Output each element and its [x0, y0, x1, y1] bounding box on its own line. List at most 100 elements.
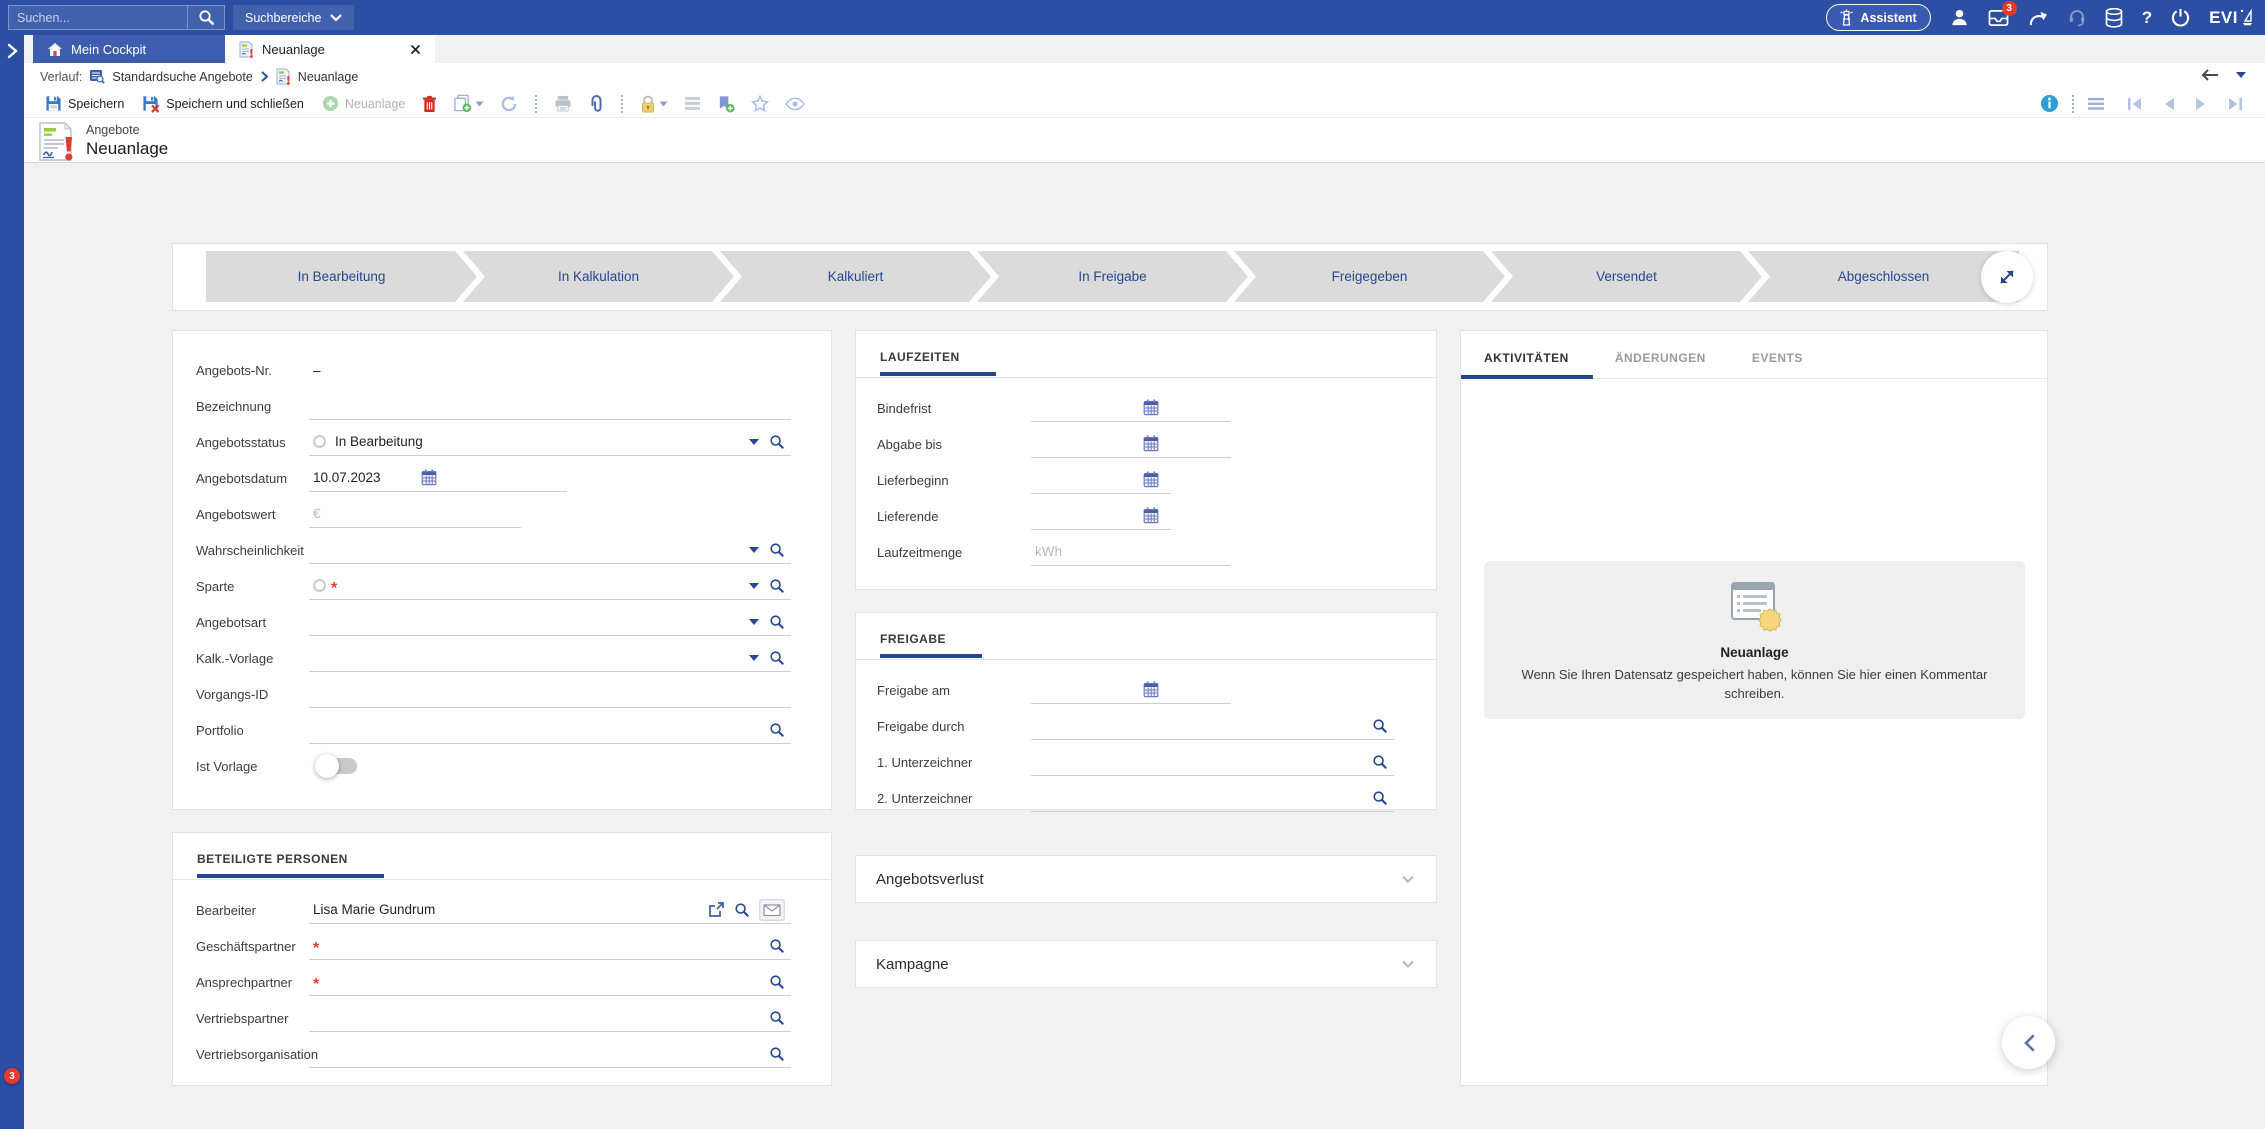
tab-aktivitaeten[interactable]: AKTIVITÄTEN — [1484, 351, 1569, 378]
workflow-step-in-bearbeitung[interactable]: In Bearbeitung — [206, 251, 477, 302]
angebotsstatus-select[interactable]: In Bearbeitung — [309, 429, 791, 456]
tab-neuanlage[interactable]: Neuanlage — [225, 35, 435, 63]
calendar-icon[interactable] — [1143, 681, 1159, 698]
kalk-vorlage-select[interactable] — [309, 645, 791, 672]
portfolio-lookup[interactable] — [309, 717, 791, 744]
unterzeichner-1-lookup[interactable] — [1031, 749, 1394, 776]
chevron-down-icon[interactable] — [659, 101, 668, 107]
workflow-step-versendet[interactable]: Versendet — [1491, 251, 1762, 302]
tab-mein-cockpit[interactable]: Mein Cockpit — [33, 35, 225, 63]
help-icon[interactable]: ? — [2142, 8, 2152, 28]
next-record-button[interactable] — [2189, 94, 2213, 114]
copy-record-button[interactable] — [447, 91, 490, 116]
assistant-button[interactable]: Assistent — [1826, 4, 1930, 31]
sparte-select[interactable]: * — [309, 573, 791, 600]
lookup-icon[interactable] — [769, 578, 785, 594]
new-record-button[interactable]: Neuanlage — [315, 92, 412, 115]
workflow-step-abgeschlossen[interactable]: Abgeschlossen — [1748, 251, 2019, 302]
user-profile-icon[interactable] — [1950, 8, 1969, 27]
ist-vorlage-toggle[interactable] — [317, 758, 357, 774]
chevron-down-icon[interactable] — [1400, 871, 1416, 887]
chevron-down-icon[interactable] — [475, 101, 484, 107]
lookup-icon[interactable] — [769, 434, 785, 450]
open-record-icon[interactable] — [707, 901, 725, 919]
lookup-icon[interactable] — [769, 722, 785, 738]
global-search[interactable] — [8, 5, 188, 30]
headset-icon[interactable] — [2068, 8, 2086, 27]
logout-icon[interactable] — [2171, 8, 2190, 27]
angebotsart-select[interactable] — [309, 609, 791, 636]
breadcrumb-item[interactable]: Standardsuche Angebote — [112, 70, 252, 84]
lookup-icon[interactable] — [734, 902, 750, 918]
workflow-step-in-kalkulation[interactable]: In Kalkulation — [463, 251, 734, 302]
dropdown-icon[interactable] — [748, 618, 760, 626]
tab-aenderungen[interactable]: ÄNDERUNGEN — [1615, 351, 1706, 378]
wahrscheinlichkeit-select[interactable] — [309, 537, 791, 564]
geschaeftspartner-lookup[interactable]: * — [309, 933, 791, 960]
inbox-icon[interactable]: 3 — [1988, 8, 2009, 27]
delete-button[interactable] — [416, 92, 443, 116]
bearbeiter-lookup[interactable]: Lisa Marie Gundrum — [309, 897, 791, 924]
save-and-close-button[interactable]: Speichern und schließen — [135, 92, 311, 116]
freigabe-am-date-input[interactable] — [1031, 677, 1231, 704]
lookup-icon[interactable] — [769, 1010, 785, 1026]
calendar-icon[interactable] — [1143, 399, 1159, 416]
section-angebotsverlust[interactable]: Angebotsverlust — [855, 855, 1437, 903]
lookup-icon[interactable] — [769, 542, 785, 558]
info-button[interactable] — [2034, 91, 2065, 116]
angebotswert-input[interactable] — [313, 506, 515, 521]
previous-record-button[interactable] — [2157, 94, 2181, 114]
angebotsdatum-input[interactable]: 10.07.2023 — [309, 465, 567, 492]
rail-notification-badge[interactable]: 3 — [4, 1068, 20, 1084]
lieferbeginn-date-input[interactable] — [1031, 467, 1171, 494]
last-record-button[interactable] — [2221, 94, 2249, 114]
dropdown-icon[interactable] — [748, 654, 760, 662]
history-dropdown-icon[interactable] — [2235, 71, 2247, 79]
lookup-icon[interactable] — [769, 974, 785, 990]
bindefrist-date-input[interactable] — [1031, 395, 1231, 422]
lookup-icon[interactable] — [769, 614, 785, 630]
save-button[interactable]: Speichern — [38, 92, 131, 115]
vertriebspartner-lookup[interactable] — [309, 1005, 791, 1032]
calendar-icon[interactable] — [421, 469, 437, 486]
close-icon[interactable] — [410, 44, 421, 55]
calendar-icon[interactable] — [1143, 507, 1159, 524]
dropdown-icon[interactable] — [748, 438, 760, 446]
refresh-button[interactable] — [494, 92, 524, 116]
lookup-icon[interactable] — [769, 938, 785, 954]
laufzeitmenge-input[interactable] — [1035, 544, 1225, 559]
panel-collapse-button[interactable] — [2002, 1016, 2055, 1069]
chevron-down-icon[interactable] — [1400, 956, 1416, 972]
unterzeichner-2-lookup[interactable] — [1031, 785, 1394, 812]
print-button[interactable] — [548, 92, 578, 115]
ansprechpartner-lookup[interactable]: * — [309, 969, 791, 996]
workflow-step-in-freigabe[interactable]: In Freigabe — [977, 251, 1248, 302]
lookup-icon[interactable] — [769, 1046, 785, 1062]
add-bookmark-button[interactable] — [711, 92, 741, 116]
lieferende-date-input[interactable] — [1031, 503, 1171, 530]
email-icon[interactable] — [759, 899, 785, 921]
redo-icon[interactable] — [2028, 9, 2049, 27]
lookup-icon[interactable] — [769, 650, 785, 666]
attachment-button[interactable] — [582, 92, 610, 116]
workflow-expand-button[interactable] — [1981, 251, 2033, 303]
abgabe-bis-date-input[interactable] — [1031, 431, 1231, 458]
lookup-icon[interactable] — [1372, 718, 1388, 734]
vertriebsorganisation-lookup[interactable] — [309, 1041, 791, 1068]
search-scopes-button[interactable]: Suchbereiche — [233, 5, 354, 30]
vorgangs-id-input[interactable] — [313, 686, 785, 701]
tab-events[interactable]: EVENTS — [1752, 351, 1803, 378]
calendar-icon[interactable] — [1143, 471, 1159, 488]
freigabe-durch-lookup[interactable] — [1031, 713, 1394, 740]
section-kampagne[interactable]: Kampagne — [855, 940, 1437, 988]
watch-button[interactable] — [779, 94, 811, 114]
favorite-button[interactable] — [745, 92, 775, 115]
rail-expand-icon[interactable] — [5, 43, 19, 59]
bezeichnung-input[interactable] — [313, 398, 785, 413]
calendar-icon[interactable] — [1143, 435, 1159, 452]
search-button[interactable] — [187, 5, 225, 30]
menu-button[interactable] — [2081, 94, 2111, 114]
permissions-button[interactable] — [634, 92, 674, 116]
dropdown-icon[interactable] — [748, 582, 760, 590]
back-arrow-icon[interactable] — [2201, 69, 2219, 81]
